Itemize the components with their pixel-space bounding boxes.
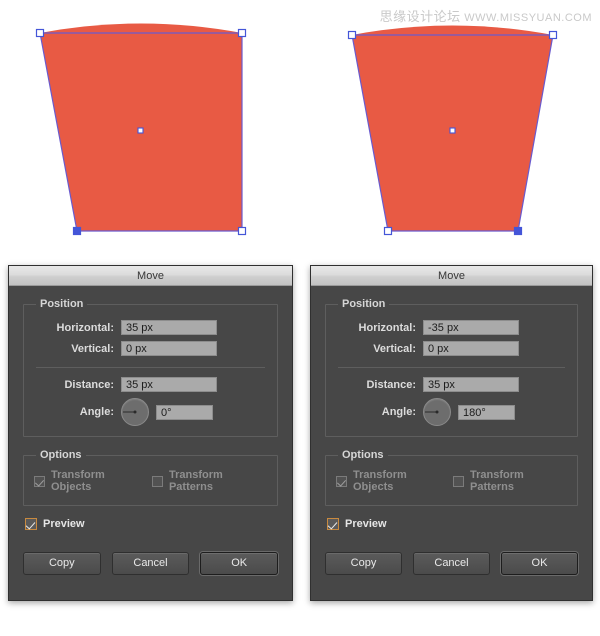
transform-patterns-checkbox[interactable] [151, 475, 163, 487]
group-divider [36, 367, 265, 368]
distance-label: Distance: [366, 378, 416, 391]
horizontal-input[interactable]: 35 px [121, 320, 217, 335]
distance-row: Distance: 35 px [336, 377, 567, 392]
dialog-button-row: Copy Cancel OK [23, 552, 279, 575]
transform-patterns-label: Transform Patterns [469, 469, 524, 493]
anchor-point-top-right[interactable] [548, 30, 558, 40]
dialog-button-row: Copy Cancel OK [325, 552, 578, 575]
copy-button[interactable]: Copy [23, 552, 101, 575]
angle-input[interactable]: 0° [156, 404, 213, 420]
horizontal-label: Horizontal: [56, 321, 114, 334]
horizontal-input[interactable]: -35 px [423, 320, 519, 335]
center-point [137, 127, 144, 134]
move-dialog-left: Move Position Horizontal: 35 px Vertical… [8, 265, 293, 601]
preview-checkbox[interactable] [327, 518, 339, 530]
options-group-legend: Options [342, 449, 384, 461]
vector-shapes-layer [0, 0, 600, 250]
distance-row: Distance: 35 px [34, 377, 267, 392]
position-group-legend: Position [40, 298, 84, 310]
options-row: Transform Objects Transform Patterns [336, 469, 567, 493]
cancel-button[interactable]: Cancel [413, 552, 490, 575]
anchor-point-bottom-left-selected[interactable] [72, 226, 82, 236]
vertical-input[interactable]: 0 px [423, 341, 519, 356]
anchor-point-top-left[interactable] [347, 30, 357, 40]
preview-label: Preview [345, 518, 387, 530]
position-group-legend: Position [342, 298, 386, 310]
vertical-row: Vertical: 0 px [336, 341, 567, 356]
options-group-legend: Options [40, 449, 82, 461]
anchor-point-top-left[interactable] [35, 28, 45, 38]
preview-row[interactable]: Preview [327, 518, 578, 530]
dialog-titlebar[interactable]: Move [311, 266, 592, 286]
options-row: Transform Objects Transform Patterns [34, 469, 267, 493]
angle-row: Angle: 180° [336, 398, 567, 426]
shapes-svg [35, 23, 558, 236]
position-group: Position Horizontal: -35 px Vertical: 0 … [325, 298, 578, 437]
right-shape-group[interactable] [347, 25, 558, 236]
horizontal-row: Horizontal: -35 px [336, 320, 567, 335]
left-shape-fill[interactable] [40, 23, 242, 232]
move-dialog-right: Move Position Horizontal: -35 px Vertica… [310, 265, 593, 601]
vertical-label: Vertical: [373, 342, 416, 355]
position-group: Position Horizontal: 35 px Vertical: 0 p… [23, 298, 278, 437]
anchor-point-bottom-right[interactable] [237, 226, 247, 236]
options-group: Options Transform Objects Transform Patt… [23, 449, 278, 506]
group-divider [338, 367, 565, 368]
options-group: Options Transform Objects Transform Patt… [325, 449, 578, 506]
horizontal-label: Horizontal: [358, 321, 416, 334]
angle-label: Angle: [381, 406, 416, 418]
transform-objects-label: Transform Objects [51, 469, 105, 493]
illustrator-artboard: 思缘设计论坛 WWW.MISSYUAN.COM [0, 0, 600, 250]
anchor-point-bottom-left[interactable] [383, 226, 393, 236]
angle-row: Angle: 0° [34, 398, 267, 426]
transform-objects-checkbox[interactable] [336, 475, 347, 487]
transform-patterns-label: Transform Patterns [168, 469, 223, 493]
distance-label: Distance: [64, 378, 114, 391]
preview-row[interactable]: Preview [25, 518, 278, 530]
vertical-row: Vertical: 0 px [34, 341, 267, 356]
preview-label: Preview [43, 518, 85, 530]
anchor-point-top-right[interactable] [237, 28, 247, 38]
copy-button[interactable]: Copy [325, 552, 402, 575]
ok-button[interactable]: OK [501, 552, 578, 575]
transform-objects-checkbox[interactable] [34, 475, 45, 487]
angle-hub-icon [133, 410, 137, 414]
left-shape-group[interactable] [35, 23, 247, 236]
transform-objects-label: Transform Objects [353, 469, 407, 493]
vertical-label: Vertical: [71, 342, 114, 355]
angle-hub-icon [435, 410, 439, 414]
center-point [449, 127, 456, 134]
dialog-title: Move [438, 269, 465, 282]
anchor-point-bottom-right-selected[interactable] [513, 226, 523, 236]
angle-dial-icon[interactable] [423, 398, 451, 426]
dialog-titlebar[interactable]: Move [9, 266, 292, 286]
horizontal-row: Horizontal: 35 px [34, 320, 267, 335]
cancel-button[interactable]: Cancel [111, 552, 190, 575]
distance-input[interactable]: 35 px [121, 377, 217, 392]
vertical-input[interactable]: 0 px [121, 341, 217, 356]
ok-button[interactable]: OK [200, 552, 279, 575]
angle-input[interactable]: 180° [458, 404, 515, 420]
angle-label: Angle: [79, 406, 114, 418]
transform-patterns-checkbox[interactable] [452, 475, 464, 487]
dialog-title: Move [137, 269, 164, 282]
preview-checkbox[interactable] [25, 518, 37, 530]
distance-input[interactable]: 35 px [423, 377, 519, 392]
angle-dial-icon[interactable] [121, 398, 149, 426]
